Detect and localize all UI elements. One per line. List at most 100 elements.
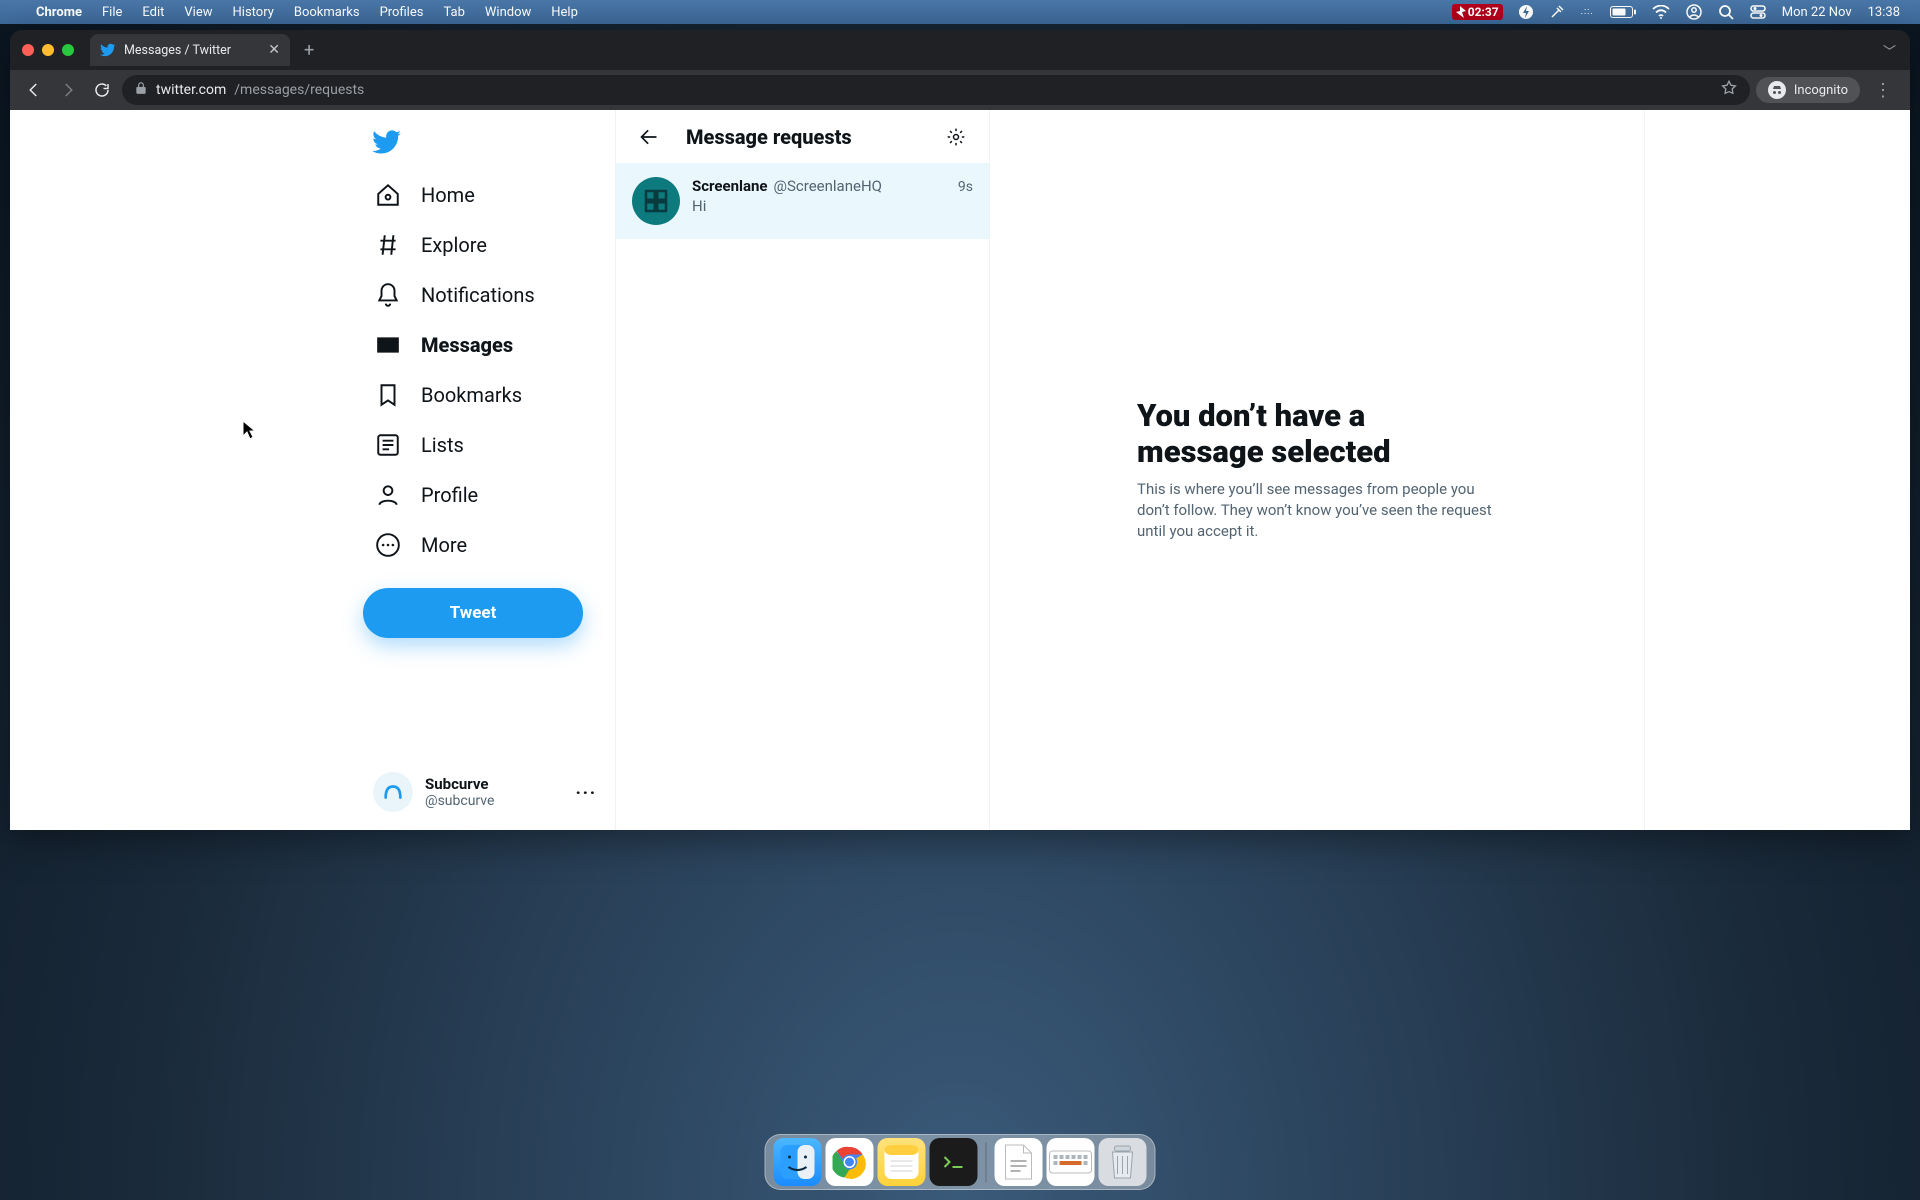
url-host: twitter.com — [156, 82, 226, 98]
status-date[interactable]: Mon 22 Nov — [1774, 5, 1860, 20]
dock-notes-icon[interactable] — [878, 1138, 926, 1186]
sidebar-item-more[interactable]: More — [363, 520, 607, 570]
message-requests-column: Message requests Screenlane @ScreenlaneH… — [615, 110, 990, 830]
address-bar[interactable]: twitter.com/messages/requests — [122, 75, 1750, 105]
sender-avatar-icon — [632, 177, 680, 225]
tab-strip: Messages / Twitter ✕ + ﹀ — [10, 30, 1910, 70]
status-dots-icon[interactable]: .::. — [1573, 7, 1602, 17]
menu-bookmarks[interactable]: Bookmarks — [284, 5, 370, 20]
account-switcher[interactable]: Subcurve @subcurve ··· — [363, 762, 607, 822]
home-icon — [375, 182, 401, 208]
sidebar-item-lists[interactable]: Lists — [363, 420, 607, 470]
settings-button[interactable] — [939, 120, 973, 154]
status-bolt-icon[interactable] — [1511, 4, 1541, 20]
envelope-icon — [375, 332, 401, 358]
browser-menu-button[interactable]: ⋮ — [1866, 80, 1900, 101]
nav-reload-button[interactable] — [88, 76, 116, 104]
dock-chrome-icon[interactable] — [826, 1138, 874, 1186]
empty-state-body: This is where you’ll see messages from p… — [1137, 479, 1497, 542]
sidebar-item-notifications[interactable]: Notifications — [363, 270, 607, 320]
url-path: /messages/requests — [234, 82, 364, 98]
status-timer[interactable]: 02:37 — [1444, 4, 1511, 20]
twitter-logo-icon[interactable] — [363, 118, 411, 166]
sidebar-item-label: More — [421, 533, 467, 557]
user-avatar-icon — [373, 772, 413, 812]
dock-trash-icon[interactable] — [1099, 1138, 1147, 1186]
macos-dock — [765, 1134, 1156, 1190]
status-user-icon[interactable] — [1678, 4, 1710, 20]
incognito-icon — [1768, 81, 1786, 99]
app-name[interactable]: Chrome — [26, 5, 92, 20]
tab-overflow-icon[interactable]: ﹀ — [1869, 41, 1910, 60]
menu-window[interactable]: Window — [475, 5, 541, 20]
tab-title: Messages / Twitter — [124, 43, 260, 58]
sidebar-item-label: Lists — [421, 433, 464, 457]
dock-document-icon[interactable] — [995, 1138, 1043, 1186]
dock-finder-icon[interactable] — [774, 1138, 822, 1186]
sender-name: Screenlane — [692, 177, 768, 195]
back-button[interactable] — [632, 120, 666, 154]
status-battery-icon[interactable] — [1602, 5, 1644, 19]
sidebar-item-label: Bookmarks — [421, 383, 522, 407]
status-wifi-icon[interactable] — [1644, 5, 1678, 19]
account-more-icon: ··· — [576, 783, 597, 802]
new-tab-button[interactable]: + — [290, 40, 328, 61]
message-time: 9s — [958, 179, 973, 195]
nav-forward-button[interactable] — [54, 76, 82, 104]
twitter-favicon-icon — [100, 42, 116, 58]
account-handle: @subcurve — [425, 793, 494, 809]
account-name: Subcurve — [425, 775, 494, 793]
status-spotlight-icon[interactable] — [1710, 4, 1742, 20]
conversation-pane: You don’t have a message selected This i… — [990, 110, 1645, 830]
menu-view[interactable]: View — [174, 5, 222, 20]
menu-profiles[interactable]: Profiles — [370, 5, 434, 20]
sidebar-item-home[interactable]: Home — [363, 170, 607, 220]
page-viewport: Home Explore Notifications Messages — [10, 110, 1910, 830]
tab-close-icon[interactable]: ✕ — [268, 42, 280, 58]
window-minimize-button[interactable] — [42, 44, 54, 56]
menu-history[interactable]: History — [223, 5, 284, 20]
status-timer-value: 02:37 — [1468, 5, 1499, 19]
window-controls — [22, 44, 74, 56]
window-maximize-button[interactable] — [62, 44, 74, 56]
status-hammer-icon[interactable] — [1541, 4, 1573, 20]
menu-help[interactable]: Help — [541, 5, 588, 20]
window-close-button[interactable] — [22, 44, 34, 56]
dock-separator — [986, 1142, 987, 1182]
empty-state-title: You don’t have a message selected — [1137, 398, 1497, 469]
column-title: Message requests — [686, 125, 919, 149]
bookmark-star-icon[interactable] — [1720, 79, 1738, 101]
sidebar-item-messages[interactable]: Messages — [363, 320, 607, 370]
sidebar-item-label: Messages — [421, 333, 513, 357]
twitter-app: Home Explore Notifications Messages — [275, 110, 1645, 830]
sidebar-item-label: Notifications — [421, 283, 535, 307]
sidebar-item-bookmarks[interactable]: Bookmarks — [363, 370, 607, 420]
more-circle-icon — [375, 532, 401, 558]
empty-state: You don’t have a message selected This i… — [1137, 398, 1497, 542]
menu-edit[interactable]: Edit — [132, 5, 174, 20]
browser-tab[interactable]: Messages / Twitter ✕ — [90, 34, 290, 66]
menu-file[interactable]: File — [92, 5, 132, 20]
browser-window: Messages / Twitter ✕ + ﹀ twitter.com/mes… — [10, 30, 1910, 830]
tweet-button[interactable]: Tweet — [363, 588, 583, 638]
dock-terminal-icon[interactable] — [930, 1138, 978, 1186]
sidebar-item-label: Profile — [421, 483, 478, 507]
incognito-badge[interactable]: Incognito — [1756, 77, 1860, 103]
menu-tab[interactable]: Tab — [433, 5, 474, 20]
sender-handle: @ScreenlaneHQ — [774, 177, 882, 195]
browser-toolbar: twitter.com/messages/requests Incognito … — [10, 70, 1910, 110]
incognito-label: Incognito — [1794, 83, 1848, 98]
nav-back-button[interactable] — [20, 76, 48, 104]
dock-keyboard-icon[interactable] — [1047, 1138, 1095, 1186]
bell-icon — [375, 282, 401, 308]
sidebar-item-explore[interactable]: Explore — [363, 220, 607, 270]
sidebar-item-profile[interactable]: Profile — [363, 470, 607, 520]
mouse-cursor-icon — [242, 420, 256, 444]
status-control-center-icon[interactable] — [1742, 5, 1774, 19]
macos-menu-bar: Chrome File Edit View History Bookmarks … — [0, 0, 1920, 24]
list-icon — [375, 432, 401, 458]
message-request-item[interactable]: Screenlane @ScreenlaneHQ 9s Hi — [616, 163, 989, 239]
sidebar: Home Explore Notifications Messages — [275, 110, 615, 830]
hashtag-icon — [375, 232, 401, 258]
status-time[interactable]: 13:38 — [1860, 5, 1908, 20]
